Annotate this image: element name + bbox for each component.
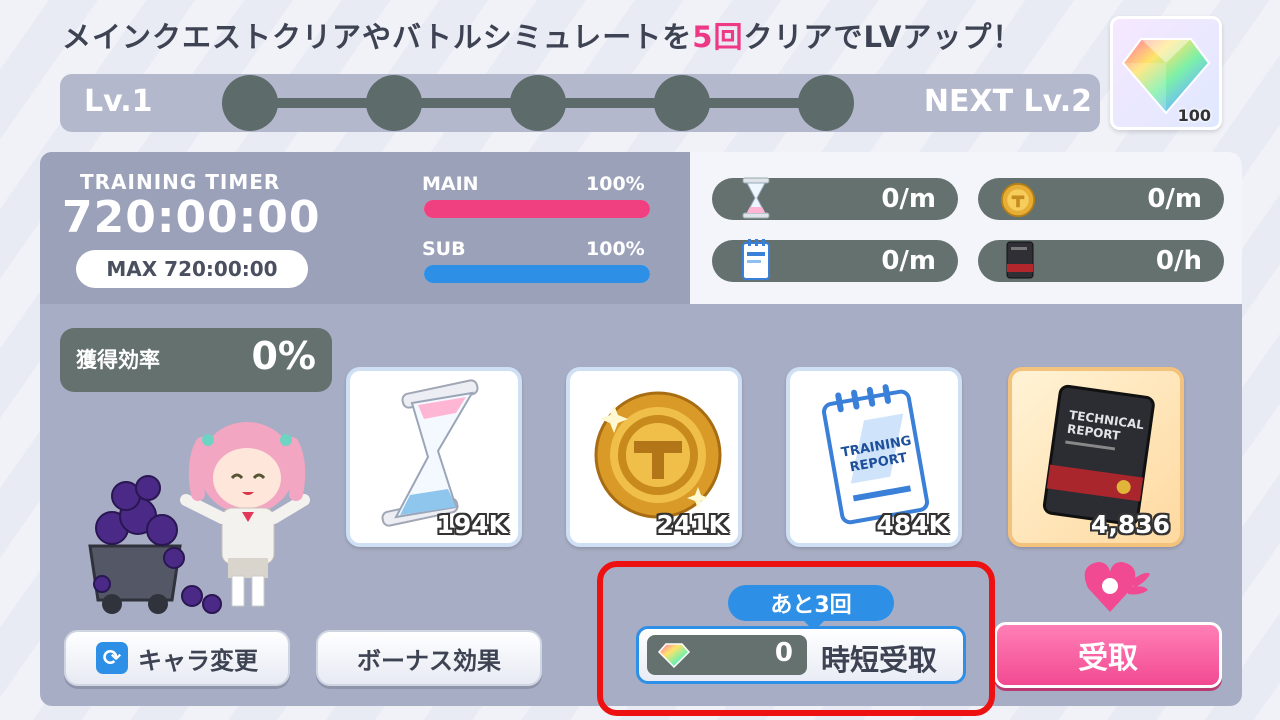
- level-reward[interactable]: 100: [1110, 16, 1222, 130]
- bonus-effect-label: ボーナス効果: [357, 646, 501, 675]
- item-card-hourglass[interactable]: 194K: [346, 367, 522, 547]
- level-step-dot: [510, 75, 566, 131]
- winged-heart-icon: [1084, 562, 1150, 612]
- rate-value: 0/m: [881, 184, 936, 214]
- timer-title: TRAINING TIMER: [80, 170, 281, 194]
- main-bar-percent: 100%: [586, 173, 645, 195]
- current-level: Lv.1: [84, 84, 153, 119]
- technical-report-icon: TECHNICAL REPORT: [1042, 384, 1155, 526]
- reward-count: 100: [1177, 106, 1211, 125]
- item-card-training-report[interactable]: TRAINING REPORT 484K: [786, 367, 962, 547]
- sub-bar-percent: 100%: [586, 238, 645, 260]
- hourglass-icon: [742, 177, 770, 219]
- main-bar: [424, 200, 650, 218]
- gold-coin-icon: [594, 391, 722, 519]
- highlight-frame: [597, 561, 995, 716]
- item-card-coin[interactable]: 241K: [566, 367, 742, 547]
- level-step-dot: [654, 75, 710, 131]
- item-count: 241K: [656, 510, 728, 539]
- training-report-icon: TRAINING REPORT: [822, 384, 930, 525]
- swap-icon: ⟳: [96, 642, 128, 674]
- main-bar-fill: [424, 200, 650, 218]
- hourglass-icon: [381, 379, 479, 527]
- efficiency-label: 獲得効率: [76, 348, 160, 372]
- level-step-dot: [366, 75, 422, 131]
- next-level: NEXT Lv.2: [923, 84, 1092, 119]
- timer-max: MAX 720:00:00: [76, 250, 308, 288]
- character-with-ore-cart: [88, 422, 310, 614]
- timer-value: 720:00:00: [62, 192, 321, 243]
- rate-value: 0/m: [1147, 184, 1202, 214]
- item-count: 484K: [876, 510, 948, 539]
- rate-value: 0/m: [881, 246, 936, 276]
- item-count: 4,836: [1090, 510, 1170, 539]
- item-card-technical-report[interactable]: TECHNICAL REPORT 4,836: [1008, 367, 1184, 547]
- change-character-button[interactable]: ⟳ キャラ変更: [64, 630, 290, 686]
- gold-coin-icon: [1000, 182, 1036, 218]
- bonus-effect-button[interactable]: ボーナス効果: [316, 630, 542, 686]
- efficiency-value: 0%: [251, 334, 316, 378]
- technical-report-icon: [1006, 241, 1034, 279]
- level-step-dot: [798, 75, 854, 131]
- item-count: 194K: [436, 510, 508, 539]
- training-report-icon: [742, 239, 770, 280]
- sub-bar-label: SUB: [422, 238, 466, 260]
- rate-value: 0/h: [1155, 246, 1202, 276]
- sub-bar-fill: [424, 265, 650, 283]
- change-character-label: キャラ変更: [138, 646, 258, 675]
- level-step-dot: [222, 75, 278, 131]
- main-bar-label: MAIN: [422, 173, 479, 195]
- claim-button[interactable]: 受取: [994, 622, 1222, 688]
- efficiency-box: 獲得効率 0%: [60, 328, 332, 392]
- sub-bar: [424, 265, 650, 283]
- level-up-message: メインクエストクリアやバトルシミュレートを5回クリアでLVアップ！: [62, 20, 1023, 54]
